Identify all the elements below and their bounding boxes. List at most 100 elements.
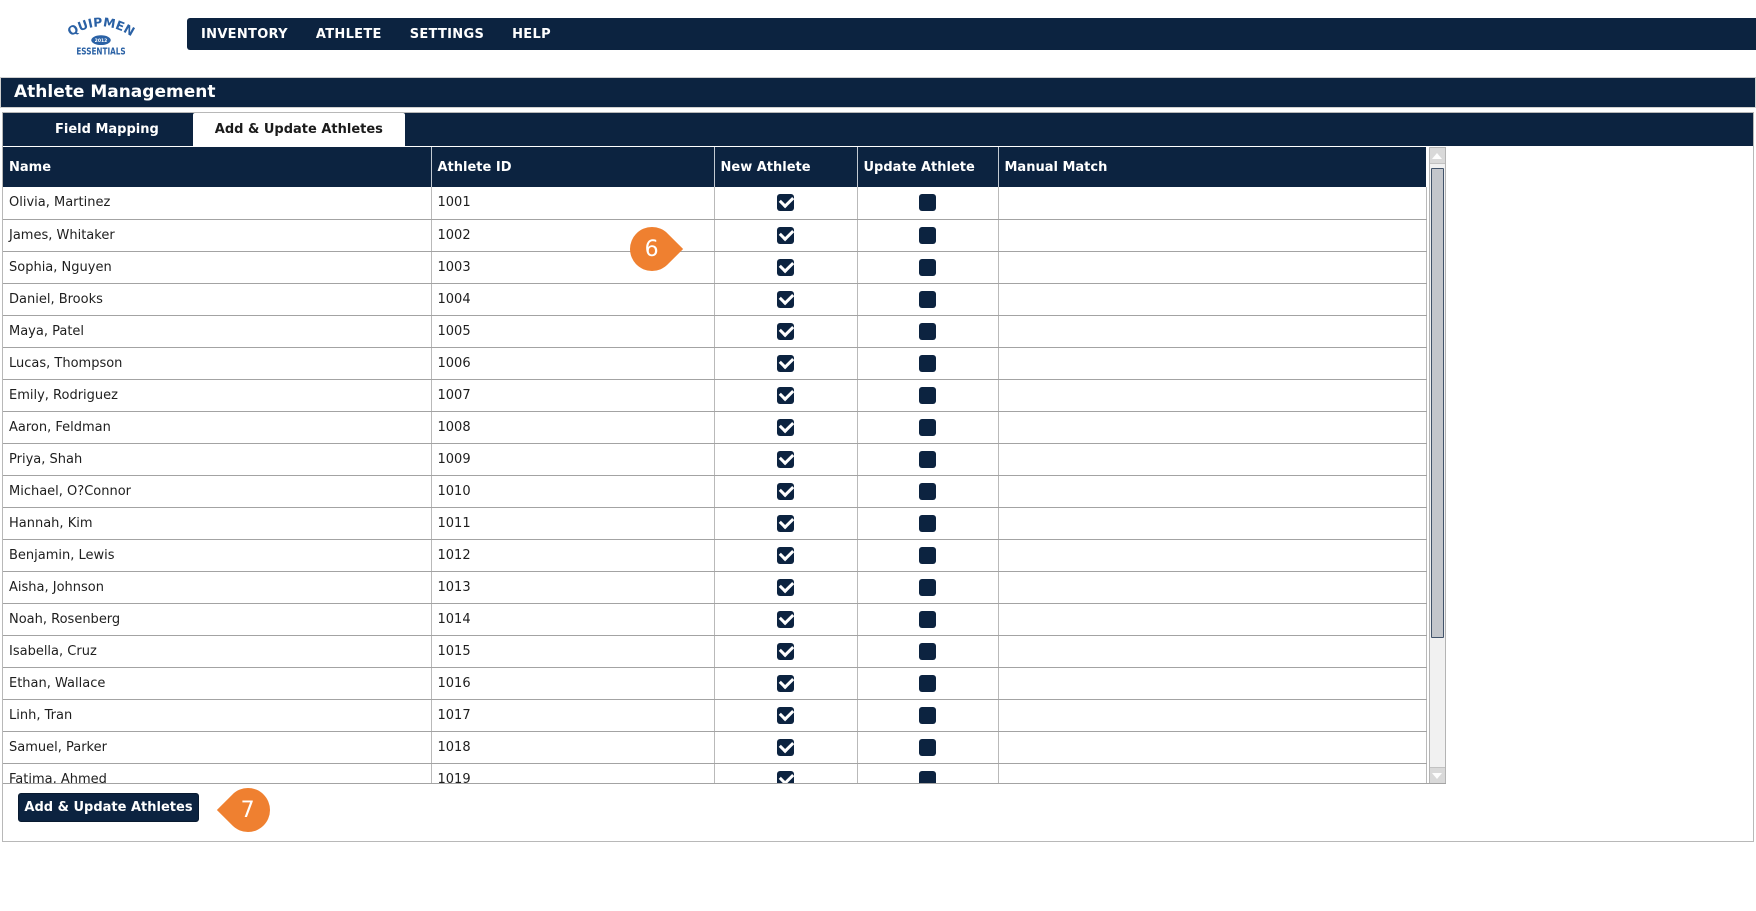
new-athlete-checkbox[interactable] <box>777 194 794 212</box>
update-athlete-checkbox[interactable] <box>919 450 936 468</box>
update-athlete-checkbox[interactable] <box>919 226 936 244</box>
table-row: Hannah, Kim 1011 <box>3 507 1427 540</box>
table-row: Aaron, Feldman 1008 <box>3 411 1427 444</box>
update-athlete-checkbox[interactable] <box>919 194 936 212</box>
manual-match-cell[interactable] <box>997 443 1427 476</box>
table-scrollbar[interactable] <box>1428 147 1446 783</box>
manual-match-cell[interactable] <box>997 379 1427 412</box>
table-row: Emily, Rodriguez 1007 <box>3 379 1427 412</box>
athlete-id-cell: 1004 <box>430 283 714 316</box>
athlete-name-cell: James, Whitaker <box>3 219 431 252</box>
manual-match-cell[interactable] <box>997 347 1427 380</box>
update-athlete-checkbox[interactable] <box>919 642 936 660</box>
manual-match-cell[interactable] <box>997 603 1427 636</box>
manual-match-cell[interactable] <box>997 283 1427 316</box>
new-athlete-checkbox[interactable] <box>777 578 794 596</box>
update-athlete-checkbox[interactable] <box>919 290 936 308</box>
new-athlete-checkbox[interactable] <box>777 482 794 500</box>
new-athlete-checkbox[interactable] <box>777 290 794 308</box>
athlete-id-cell: 1018 <box>430 731 714 764</box>
new-athlete-checkbox[interactable] <box>777 322 794 340</box>
logo-essentials-text: ESSENTIALS <box>76 46 125 57</box>
update-athlete-checkbox[interactable] <box>919 514 936 532</box>
column-header-update-athlete: Update Athlete <box>856 147 998 187</box>
athlete-id-cell: 1011 <box>430 507 714 540</box>
update-athlete-checkbox[interactable] <box>919 322 936 340</box>
scroll-down-button[interactable] <box>1429 767 1445 783</box>
nav-item-athlete[interactable]: ATHLETE <box>316 27 382 42</box>
tab-add-update-athletes[interactable]: Add & Update Athletes <box>192 113 405 146</box>
manual-match-cell[interactable] <box>997 571 1427 604</box>
new-athlete-checkbox[interactable] <box>777 418 794 436</box>
manual-match-cell[interactable] <box>997 635 1427 668</box>
nav-item-inventory[interactable]: INVENTORY <box>201 27 288 42</box>
scroll-down-arrow-icon <box>1432 772 1442 779</box>
update-athlete-checkbox[interactable] <box>919 482 936 500</box>
athlete-id-cell: 1012 <box>430 539 714 572</box>
equipment-essentials-logo: EQUIPMENT 2012 ESSENTIALS <box>56 0 146 57</box>
new-athlete-checkbox[interactable] <box>777 546 794 564</box>
athlete-name-cell: Hannah, Kim <box>3 507 431 540</box>
manual-match-cell[interactable] <box>997 315 1427 348</box>
scrollbar-thumb[interactable] <box>1430 168 1444 638</box>
new-athlete-checkbox[interactable] <box>777 642 794 660</box>
manual-match-cell[interactable] <box>997 539 1427 572</box>
manual-match-cell[interactable] <box>997 475 1427 508</box>
manual-match-cell[interactable] <box>997 411 1427 444</box>
update-athlete-checkbox[interactable] <box>919 546 936 564</box>
manual-match-cell[interactable] <box>997 219 1427 252</box>
athlete-name-cell: Michael, O?Connor <box>3 475 431 508</box>
table-row: Samuel, Parker 1018 <box>3 731 1427 764</box>
add-update-athletes-button[interactable]: Add & Update Athletes <box>18 793 199 822</box>
athlete-id-cell: 1016 <box>430 667 714 700</box>
manual-match-cell[interactable] <box>997 507 1427 540</box>
scroll-up-button[interactable] <box>1429 148 1445 164</box>
update-athlete-checkbox[interactable] <box>919 738 936 756</box>
nav-item-help[interactable]: HELP <box>512 27 551 42</box>
athlete-id-cell: 1019 <box>430 763 714 783</box>
athlete-name-cell: Ethan, Wallace <box>3 667 431 700</box>
manual-match-cell[interactable] <box>997 667 1427 700</box>
manual-match-cell[interactable] <box>997 187 1427 220</box>
new-athlete-checkbox[interactable] <box>777 354 794 372</box>
table-row: Isabella, Cruz 1015 <box>3 635 1427 668</box>
tab-strip: Field Mapping Add & Update Athletes <box>3 113 1753 146</box>
column-header-athlete-id: Athlete ID <box>430 147 714 187</box>
table-row: James, Whitaker 1002 <box>3 219 1427 252</box>
update-athlete-checkbox[interactable] <box>919 610 936 628</box>
new-athlete-checkbox[interactable] <box>777 770 794 783</box>
update-athlete-checkbox[interactable] <box>919 578 936 596</box>
athlete-name-cell: Aaron, Feldman <box>3 411 431 444</box>
manual-match-cell[interactable] <box>997 763 1427 783</box>
athlete-name-cell: Fatima, Ahmed <box>3 763 431 783</box>
athlete-name-cell: Noah, Rosenberg <box>3 603 431 636</box>
new-athlete-checkbox[interactable] <box>777 610 794 628</box>
nav-item-settings[interactable]: SETTINGS <box>410 27 484 42</box>
logo-equipment-text: EQUIPMENT <box>58 0 137 39</box>
athlete-name-cell: Lucas, Thompson <box>3 347 431 380</box>
manual-match-cell[interactable] <box>997 731 1427 764</box>
new-athlete-checkbox[interactable] <box>777 226 794 244</box>
new-athlete-checkbox[interactable] <box>777 738 794 756</box>
tab-field-mapping[interactable]: Field Mapping <box>33 113 181 146</box>
update-athlete-checkbox[interactable] <box>919 354 936 372</box>
athlete-id-cell: 1010 <box>430 475 714 508</box>
new-athlete-checkbox[interactable] <box>777 258 794 276</box>
update-athlete-checkbox[interactable] <box>919 418 936 436</box>
manual-match-cell[interactable] <box>997 699 1427 732</box>
new-athlete-checkbox[interactable] <box>777 674 794 692</box>
column-header-manual-match: Manual Match <box>997 147 1426 187</box>
update-athlete-checkbox[interactable] <box>919 706 936 724</box>
update-athlete-checkbox[interactable] <box>919 770 936 783</box>
athlete-name-cell: Aisha, Johnson <box>3 571 431 604</box>
update-athlete-checkbox[interactable] <box>919 386 936 404</box>
new-athlete-checkbox[interactable] <box>777 706 794 724</box>
athlete-id-cell: 1009 <box>430 443 714 476</box>
new-athlete-checkbox[interactable] <box>777 450 794 468</box>
update-athlete-checkbox[interactable] <box>919 674 936 692</box>
manual-match-cell[interactable] <box>997 251 1427 284</box>
annotation-badge-7-label: 7 <box>241 797 255 823</box>
new-athlete-checkbox[interactable] <box>777 386 794 404</box>
new-athlete-checkbox[interactable] <box>777 514 794 532</box>
update-athlete-checkbox[interactable] <box>919 258 936 276</box>
